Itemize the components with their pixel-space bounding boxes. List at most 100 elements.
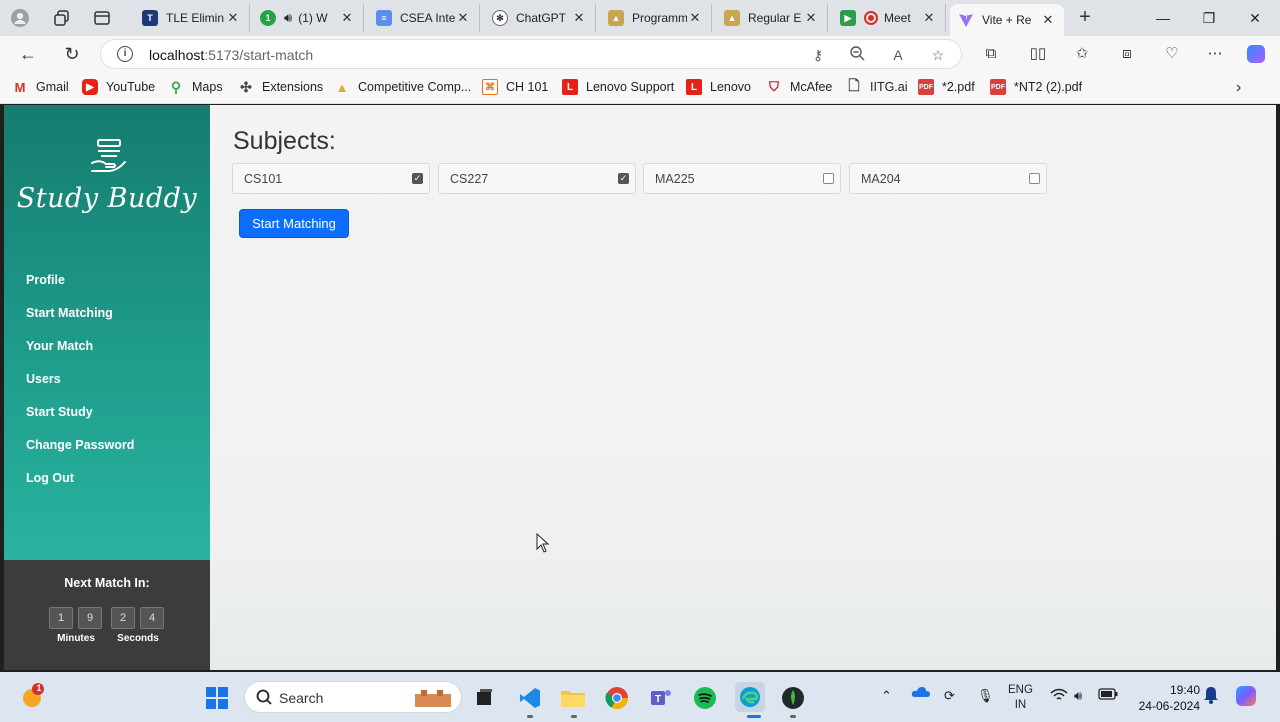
bookmark-iitg[interactable]: 🗋︎ IITG.ai [846, 77, 907, 95]
close-tab-icon[interactable]: ✕ [571, 10, 587, 26]
split-screen-icon[interactable]: ▯▯ [1026, 43, 1050, 65]
subject-option-ma225[interactable]: MA225 [643, 163, 841, 194]
mcafee-shield-icon: ⛉ [769, 79, 779, 94]
tab-meet[interactable]: ▶ Meet ✕ [832, 4, 946, 32]
favorites-icon[interactable]: ✩ [1070, 43, 1094, 65]
favorite-star-icon[interactable]: ☆ [927, 45, 949, 65]
chrome-icon[interactable] [603, 684, 631, 712]
browser-essentials-icon[interactable]: ♡ [1160, 43, 1184, 65]
close-tab-icon[interactable]: ✕ [339, 10, 355, 26]
bookmark-lenovo-support[interactable]: L Lenovo Support [562, 79, 674, 95]
refresh-icon[interactable]: ↻ [58, 41, 86, 67]
language-indicator[interactable]: ENG IN [1008, 683, 1033, 713]
bookmark-youtube[interactable]: ▶ YouTube [82, 79, 155, 95]
site-info-icon[interactable]: i [117, 46, 133, 62]
edge-icon[interactable] [735, 682, 765, 712]
tab-programm[interactable]: ▲ Programm ✕ [600, 4, 712, 32]
weather-widget-icon[interactable]: 1 [18, 682, 46, 710]
task-view-icon[interactable] [470, 684, 498, 712]
sync-icon[interactable]: ⟳ [944, 688, 955, 704]
wifi-icon[interactable] [1050, 688, 1068, 705]
vscode-icon[interactable] [516, 684, 544, 712]
subject-option-cs227[interactable]: CS227 ✓ [438, 163, 636, 194]
collections-icon[interactable]: ⧈ [1115, 43, 1139, 65]
bookmark-ch101[interactable]: ⌘ CH 101 [482, 79, 548, 95]
clock-time: 19:40 [1169, 683, 1200, 697]
speaker-icon[interactable]: 🔊︎ [284, 10, 292, 26]
tab-actions-icon[interactable] [90, 6, 114, 30]
tab-chatgpt[interactable]: ✻ ChatGPT ✕ [484, 4, 596, 32]
profile-icon[interactable] [8, 6, 32, 30]
bookmark-2pdf[interactable]: PDF *2.pdf [918, 79, 975, 95]
close-tab-icon[interactable]: ✕ [455, 10, 471, 26]
more-menu-icon[interactable]: ⋯ [1203, 43, 1227, 65]
timer-digit: 2 [111, 607, 135, 629]
address-bar[interactable]: i localhost:5173/start-match ⚷ A ☆ [100, 39, 962, 69]
sidebar-item-profile[interactable]: Profile [26, 273, 65, 287]
file-explorer-icon[interactable] [559, 684, 587, 712]
onedrive-icon[interactable] [911, 685, 931, 702]
tab-title: Meet [884, 11, 911, 25]
sidebar: Study Buddy Profile Start Matching Your … [4, 105, 210, 670]
sidebar-item-your-match[interactable]: Your Match [26, 339, 93, 353]
battery-icon[interactable] [1098, 688, 1118, 703]
minimize-icon[interactable]: — [1140, 6, 1186, 30]
tab-whatsapp[interactable]: 1 🔊︎ (1) W ✕ [252, 4, 364, 32]
microphone-icon[interactable]: 🎙︎ [977, 688, 994, 704]
bookmark-maps[interactable]: ⚲ Maps [168, 79, 223, 95]
tab-csea[interactable]: ≡ CSEA Inte ✕ [368, 4, 480, 32]
system-clock[interactable]: 19:40 24-06-2024 [1128, 682, 1200, 714]
read-aloud-icon[interactable]: A [887, 45, 909, 65]
spotify-icon[interactable] [691, 684, 719, 712]
url-text[interactable]: localhost:5173/start-match [149, 47, 313, 63]
start-matching-button[interactable]: Start Matching [239, 209, 349, 238]
sidebar-item-log-out[interactable]: Log Out [26, 471, 74, 485]
tab-vite[interactable]: Vite + Re ✕ [950, 4, 1064, 36]
bookmark-nt2pdf[interactable]: PDF *NT2 (2).pdf [990, 79, 1082, 95]
chevron-right-icon[interactable]: › [1236, 79, 1241, 97]
close-tab-icon[interactable]: ✕ [803, 10, 819, 26]
sidebar-item-start-matching[interactable]: Start Matching [26, 306, 113, 320]
subject-checkbox[interactable]: ✓ [618, 173, 629, 184]
subject-option-ma204[interactable]: MA204 [849, 163, 1047, 194]
workspaces-icon[interactable] [50, 6, 74, 30]
subject-checkbox[interactable] [1029, 173, 1040, 184]
bookmark-competitive[interactable]: ▲ Competitive Comp... [334, 79, 472, 95]
mongodb-icon[interactable] [779, 684, 807, 712]
tab-tle[interactable]: T TLE Elimin ✕ [134, 4, 250, 32]
sidebar-item-start-study[interactable]: Start Study [26, 405, 93, 419]
sidebar-item-users[interactable]: Users [26, 372, 61, 386]
zoom-out-icon[interactable] [846, 45, 868, 65]
close-tab-icon[interactable]: ✕ [225, 10, 241, 26]
subject-option-cs101[interactable]: CS101 ✓ [232, 163, 430, 194]
bookmark-extensions[interactable]: ✣ Extensions [238, 79, 323, 95]
bookmark-gmail[interactable]: M Gmail [12, 79, 69, 95]
extensions-icon[interactable]: ⧉ [979, 43, 1003, 65]
close-window-icon[interactable]: ✕ [1232, 6, 1278, 30]
volume-icon[interactable]: 🔊︎ [1074, 688, 1082, 704]
windows-start-icon[interactable] [203, 684, 231, 712]
new-tab-button[interactable]: + [1072, 6, 1098, 30]
close-tab-icon[interactable]: ✕ [687, 10, 703, 26]
teams-icon[interactable]: T [647, 684, 675, 712]
close-tab-icon[interactable]: ✕ [921, 10, 937, 26]
next-match-timer: Next Match In: 1 9 2 4 Minutes Seconds [4, 560, 210, 670]
bookmark-lenovo[interactable]: L Lenovo [686, 79, 751, 95]
taskbar-search[interactable]: Search [244, 681, 462, 713]
notification-bell-icon[interactable] [1203, 686, 1219, 707]
copilot-icon[interactable] [1244, 43, 1268, 65]
timer-title: Next Match In: [64, 576, 150, 590]
clock-date: 24-06-2024 [1138, 699, 1200, 713]
copilot-pre-icon[interactable] [1234, 684, 1258, 711]
bookmark-mcafee[interactable]: ⛉ McAfee [766, 79, 832, 95]
hand-card-logo-icon [88, 137, 128, 177]
back-icon[interactable]: ← [14, 41, 42, 67]
close-tab-icon[interactable]: ✕ [1040, 12, 1056, 28]
subject-checkbox[interactable] [823, 173, 834, 184]
restore-icon[interactable]: ❐ [1186, 6, 1232, 30]
chevron-up-icon[interactable]: ⌃ [881, 688, 892, 704]
subject-checkbox[interactable]: ✓ [412, 173, 423, 184]
password-key-icon[interactable]: ⚷ [807, 45, 829, 65]
sidebar-item-change-password[interactable]: Change Password [26, 438, 134, 452]
tab-regular[interactable]: ▲ Regular E ✕ [716, 4, 828, 32]
